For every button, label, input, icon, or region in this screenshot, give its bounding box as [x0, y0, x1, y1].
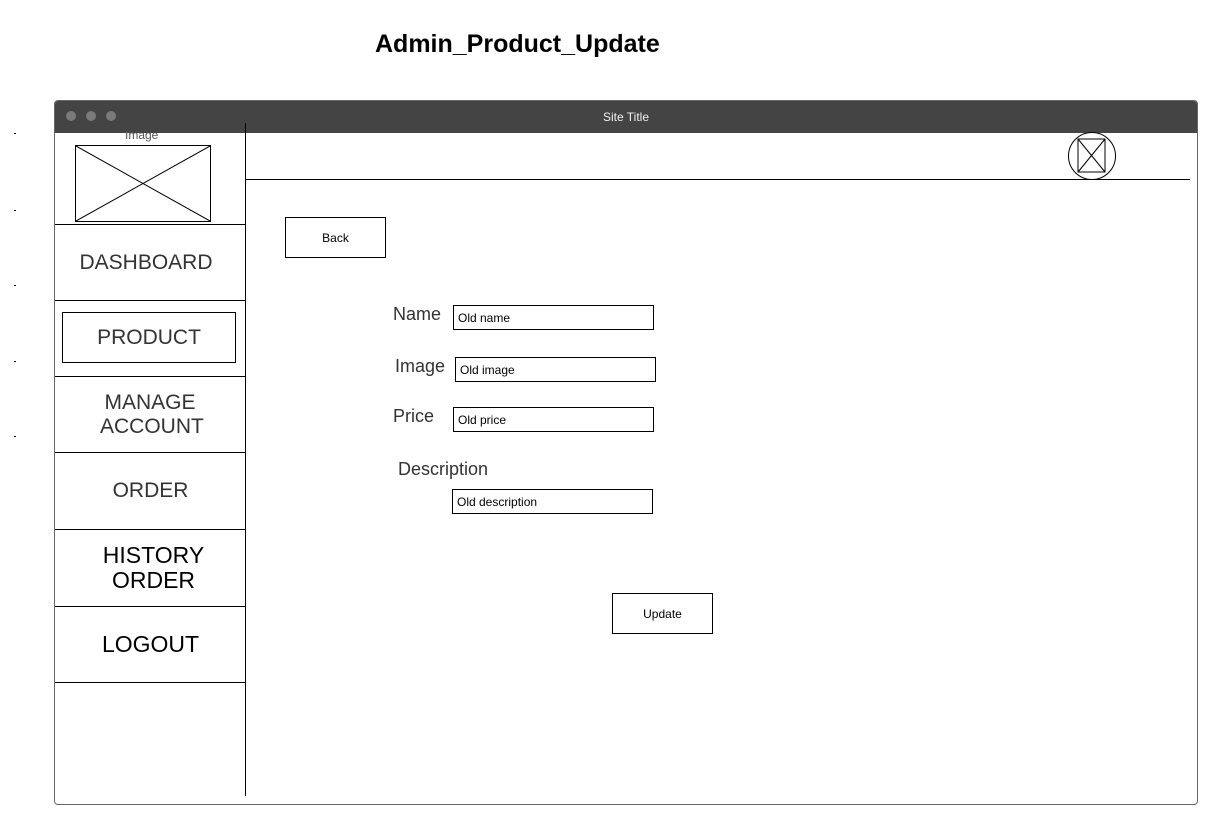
sidebar-item-label: HISTORY ORDER [102, 541, 205, 593]
margin-tick [14, 436, 16, 437]
sidebar-item-label: MANAGE ACCOUNT [100, 391, 204, 438]
sidebar-item-label: LOGOUT [101, 630, 200, 657]
margin-tick [14, 133, 16, 134]
margin-tick [14, 285, 16, 286]
back-button[interactable]: Back [285, 217, 386, 258]
sidebar-item-label: DASHBOARD [79, 250, 213, 274]
name-label: Name [393, 304, 442, 324]
logo-image-icon [75, 145, 211, 222]
name-field[interactable] [453, 305, 654, 330]
window-titlebar: Site Title [55, 101, 1197, 133]
margin-tick [14, 210, 16, 211]
image-placeholder-icon [1077, 138, 1106, 173]
sidebar-item-order[interactable]: ORDER [55, 452, 246, 529]
sidebar-item-logout[interactable]: LOGOUT [55, 606, 246, 683]
header-divider [246, 179, 1190, 180]
sidebar-item-dashboard[interactable]: DASHBOARD [55, 224, 245, 300]
window-title: Site Title [602, 110, 650, 124]
update-button[interactable]: Update [612, 593, 713, 634]
description-label: Description [398, 459, 489, 479]
sidebar-item-label: PRODUCT [97, 325, 201, 349]
logo-caption: Image [125, 128, 159, 142]
price-field[interactable] [453, 407, 654, 432]
sidebar-item-product[interactable]: PRODUCT [62, 312, 236, 363]
image-field[interactable] [455, 357, 656, 382]
sidebar-item-label: ORDER [112, 479, 189, 503]
browser-window: Site Title Image DASHBOARD PRODUCT MANAG… [54, 100, 1198, 805]
sidebar-item-history-order[interactable]: HISTORY ORDER [55, 529, 246, 606]
page-heading: Admin_Product_Update [375, 30, 660, 58]
margin-tick [14, 361, 16, 362]
description-field[interactable] [452, 489, 653, 514]
price-label: Price [393, 406, 435, 426]
sidebar-item-manage-account[interactable]: MANAGE ACCOUNT [55, 376, 245, 452]
nav-divider [55, 300, 245, 301]
user-avatar[interactable] [1068, 132, 1116, 180]
image-label: Image [395, 356, 446, 376]
